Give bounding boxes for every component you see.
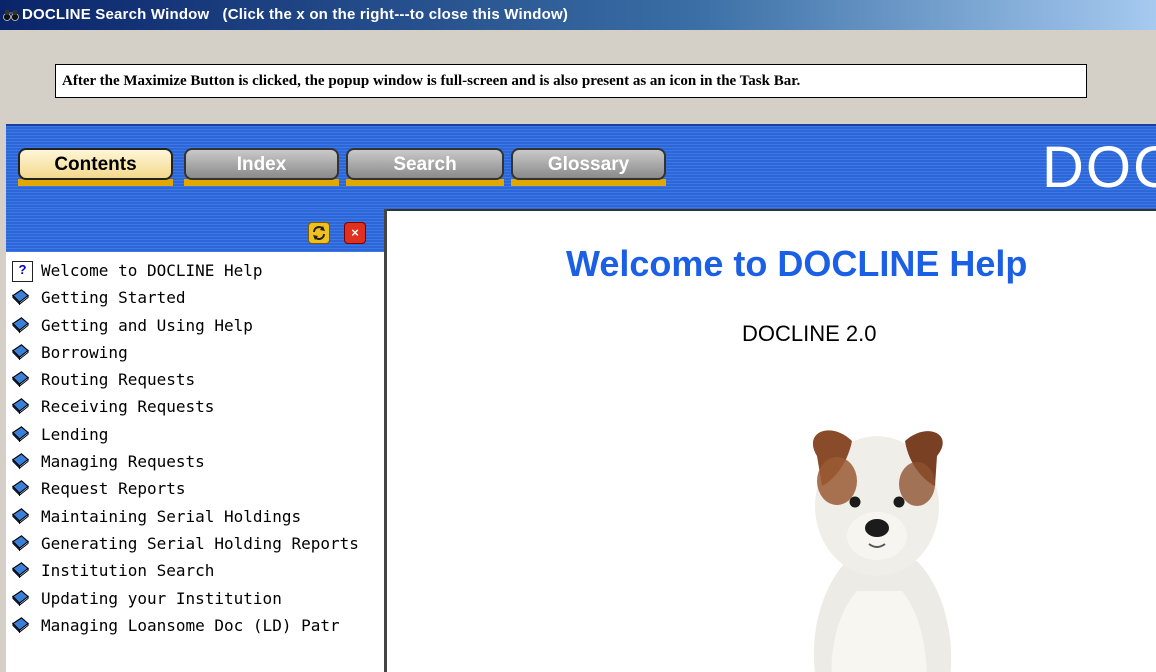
- contents-pane-header: ×: [6, 209, 384, 252]
- close-pane-button[interactable]: ×: [344, 222, 366, 244]
- toc-item-request-reports[interactable]: Request Reports: [6, 475, 384, 502]
- dog-mascot-image: [812, 430, 952, 672]
- toc-item-receiving-requests[interactable]: Receiving Requests: [6, 393, 384, 420]
- contents-pane: × ? Welcome to DOCLINE Help Getting Star…: [6, 209, 387, 672]
- book-icon: [12, 425, 30, 443]
- window-title-bar[interactable]: DOCLINE Search Window (Click the x on th…: [0, 0, 1156, 30]
- toc-item-managing-requests[interactable]: Managing Requests: [6, 448, 384, 475]
- toc-item-institution-search[interactable]: Institution Search: [6, 557, 384, 584]
- book-icon: [12, 480, 30, 497]
- book-icon: [12, 453, 30, 470]
- page-title: Welcome to DOCLINE Help: [566, 243, 1028, 284]
- book-icon: [12, 371, 30, 388]
- book-icon: [12, 344, 30, 361]
- toc-item-lending[interactable]: Lending: [6, 421, 384, 448]
- toc-item-getting-using-help[interactable]: Getting and Using Help: [6, 312, 384, 339]
- topic-content-pane: Welcome to DOCLINE Help DOCLINE 2.0: [387, 209, 1156, 672]
- sync-button[interactable]: [308, 222, 330, 244]
- book-icon: [12, 289, 30, 306]
- tab-contents[interactable]: Contents: [18, 148, 173, 180]
- help-frame: Contents Index Search Glossary DOC × ?: [6, 124, 1156, 672]
- tab-index[interactable]: Index: [184, 148, 339, 180]
- book-icon: [12, 507, 30, 524]
- toc-item-generating-serial-holding-reports[interactable]: Generating Serial Holding Reports: [6, 530, 384, 557]
- version-label: DOCLINE 2.0: [742, 321, 877, 346]
- toc-item-managing-loansome-doc[interactable]: Managing Loansome Doc (LD) Patr: [6, 612, 384, 639]
- help-topic-icon: ?: [12, 261, 33, 282]
- sync-icon: [313, 226, 325, 240]
- window-title: DOCLINE Search Window (Click the x on th…: [22, 6, 569, 23]
- book-icon: [12, 616, 30, 634]
- book-icon: [12, 589, 30, 606]
- toc-item-routing-requests[interactable]: Routing Requests: [6, 366, 384, 393]
- tab-underline: [184, 179, 339, 186]
- tab-bar: Contents Index Search Glossary DOC: [6, 124, 1156, 209]
- toc-item-borrowing[interactable]: Borrowing: [6, 339, 384, 366]
- toc-item-updating-institution[interactable]: Updating your Institution: [6, 585, 384, 612]
- toc-item-getting-started[interactable]: Getting Started: [6, 284, 384, 311]
- annotation-note: After the Maximize Button is clicked, th…: [55, 64, 1087, 98]
- tab-underline: [511, 179, 666, 186]
- toc-item-maintaining-serial-holdings[interactable]: Maintaining Serial Holdings: [6, 503, 384, 530]
- tab-underline: [18, 179, 173, 186]
- book-icon: [12, 316, 30, 333]
- close-icon: ×: [351, 225, 359, 240]
- book-icon: [12, 562, 30, 579]
- table-of-contents: ? Welcome to DOCLINE Help Getting Starte…: [6, 257, 384, 639]
- book-icon: [12, 535, 30, 552]
- tab-glossary[interactable]: Glossary: [511, 148, 666, 180]
- book-icon: [12, 398, 30, 415]
- tab-underline: [346, 179, 504, 186]
- binoculars-icon: [3, 10, 19, 21]
- docline-logo: DOC: [1042, 135, 1156, 200]
- toc-item-welcome[interactable]: ? Welcome to DOCLINE Help: [6, 257, 384, 284]
- tab-search[interactable]: Search: [346, 148, 504, 180]
